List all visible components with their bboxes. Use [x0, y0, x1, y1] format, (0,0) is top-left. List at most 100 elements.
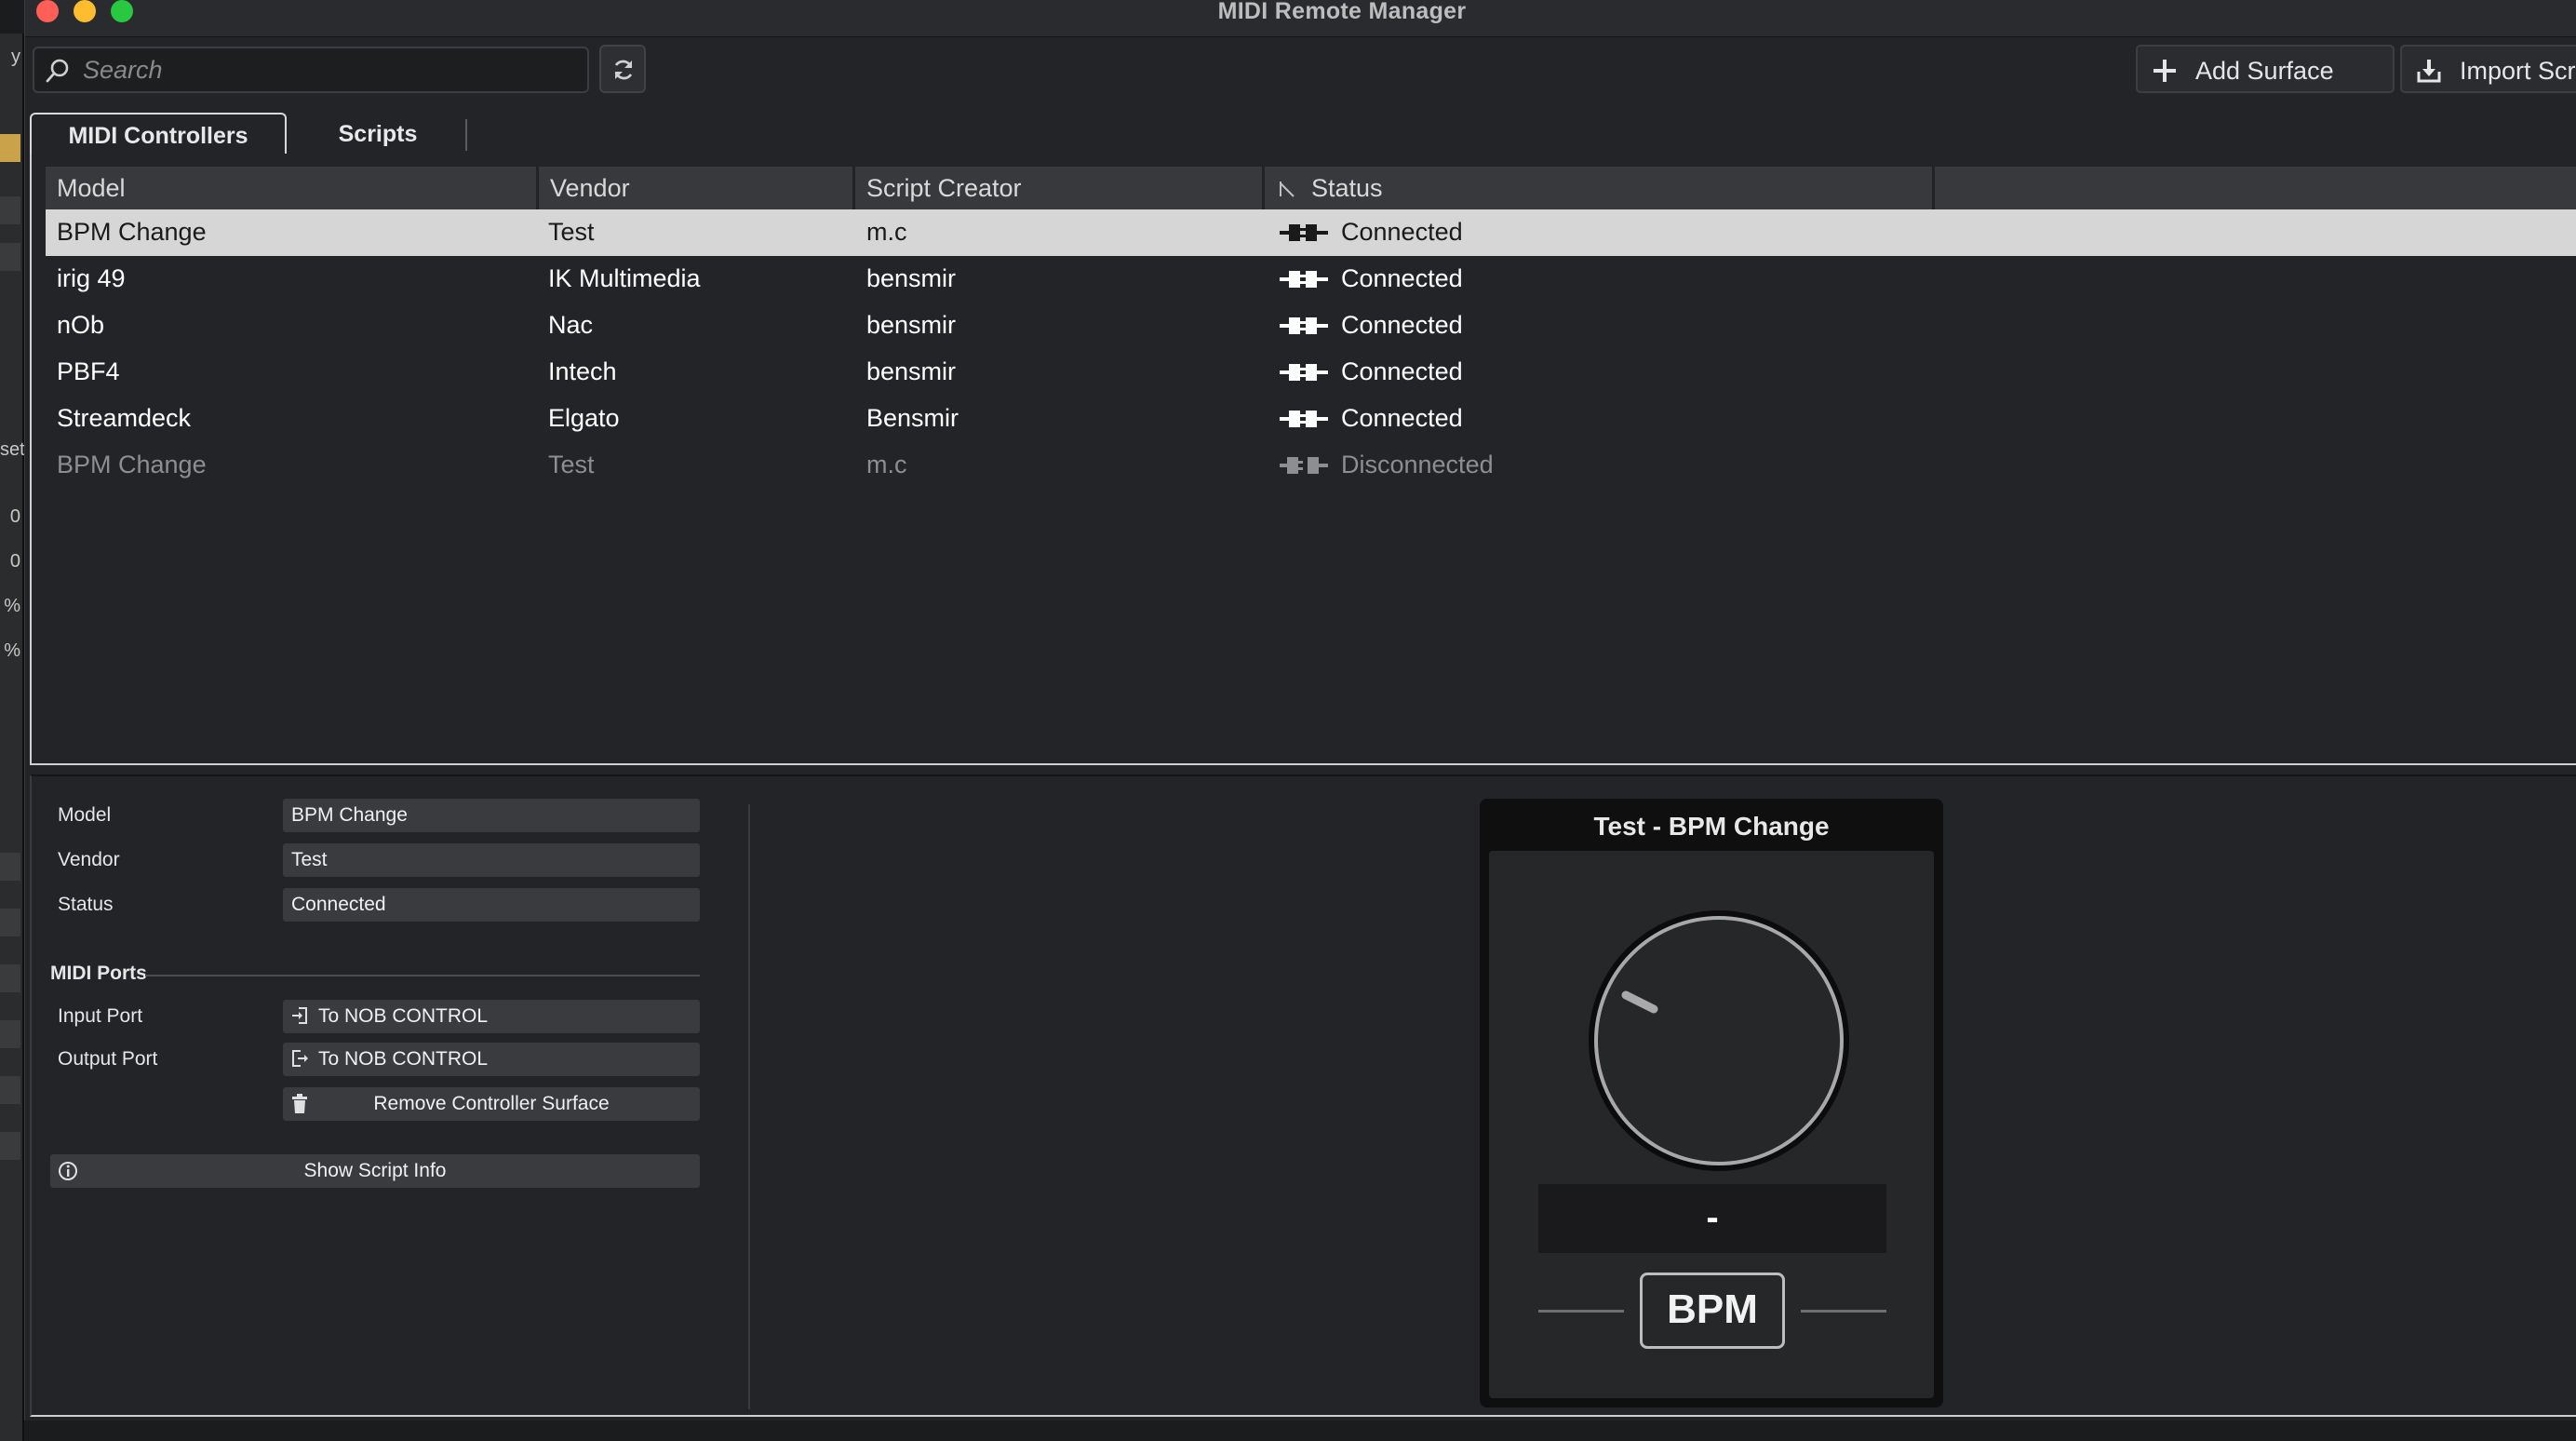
- add-surface-button[interactable]: Add Surface: [2136, 45, 2395, 93]
- edge-block: [0, 964, 20, 992]
- cell-model: BPM Change: [57, 451, 207, 478]
- cell-model: PBF4: [57, 357, 120, 385]
- edge-block: [0, 196, 20, 224]
- refresh-button[interactable]: [599, 45, 646, 93]
- edge-block: [0, 909, 20, 936]
- bpm-knob-label: BPM: [1640, 1273, 1785, 1349]
- plug-connected-icon: [1280, 224, 1328, 241]
- section-divider: [145, 975, 700, 976]
- table-row[interactable]: Streamdeck Elgato Bensmir Connected: [46, 396, 2576, 442]
- column-header-model[interactable]: Model: [46, 167, 539, 209]
- table-row[interactable]: PBF4 Intech bensmir Connected: [46, 349, 2576, 396]
- edge-block: [0, 1020, 20, 1048]
- controller-preview: Test - BPM Change - BPM: [1480, 799, 1943, 1407]
- cell-status: Disconnected: [1341, 451, 1494, 478]
- edge-block: [0, 134, 20, 162]
- cell-vendor: Test: [548, 451, 595, 478]
- import-script-button[interactable]: Import Scri: [2400, 45, 2576, 93]
- table-row[interactable]: nOb Nac bensmir Connected: [46, 303, 2576, 349]
- controller-preview-body: - BPM: [1489, 851, 1934, 1398]
- edge-block: [0, 1132, 20, 1160]
- column-header-status-label: Status: [1311, 174, 1383, 202]
- panel-separator: [748, 804, 750, 1409]
- value-display-text: -: [1706, 1197, 1719, 1238]
- search-box[interactable]: [33, 47, 589, 93]
- table-row[interactable]: BPM Change Test m.c Disconnected: [46, 442, 2576, 489]
- cell-model: Streamdeck: [57, 404, 192, 432]
- model-field: BPM Change: [283, 799, 700, 832]
- edge-char: %: [4, 596, 20, 616]
- cell-script-creator: Bensmir: [866, 404, 959, 432]
- midi-remote-manager-window: MIDI Remote Manager Add Surface Import S…: [24, 0, 2576, 1421]
- refresh-icon: [614, 60, 633, 80]
- plug-connected-icon: [1280, 317, 1328, 334]
- cell-status: Connected: [1341, 404, 1463, 432]
- table-row[interactable]: irig 49 IK Multimedia bensmir Connected: [46, 256, 2576, 303]
- output-port-select[interactable]: To NOB CONTROL: [283, 1043, 700, 1076]
- midi-ports-heading: MIDI Ports: [50, 963, 147, 984]
- background-app-strip: y set 0 0 % %: [0, 34, 25, 1441]
- cell-script-creator: m.c: [866, 218, 907, 246]
- tab-scripts[interactable]: Scripts: [290, 119, 467, 151]
- import-icon: [2417, 60, 2441, 83]
- cell-status: Connected: [1341, 357, 1463, 385]
- controller-preview-title: Test - BPM Change: [1593, 812, 1830, 841]
- import-script-label: Import Scri: [2460, 57, 2576, 85]
- status-field: Connected: [283, 888, 700, 922]
- show-script-info-label: Show Script Info: [303, 1160, 447, 1181]
- controllers-table: Model Vendor Script Creator Status BPM C…: [30, 154, 2576, 765]
- search-input[interactable]: [81, 48, 584, 91]
- cell-script-creator: bensmir: [866, 357, 957, 385]
- output-port-value: To NOB CONTROL: [318, 1048, 489, 1070]
- edge-char: 0: [9, 551, 20, 572]
- cell-status: Connected: [1341, 311, 1463, 339]
- plug-connected-icon: [1280, 411, 1328, 427]
- cell-vendor: Test: [548, 218, 595, 246]
- edge-block: [0, 243, 20, 271]
- details-panel: Model BPM Change Vendor Test Status Conn…: [30, 774, 2576, 1417]
- tab-bar: MIDI Controllers Scripts: [30, 110, 2576, 155]
- edge-char: 0: [9, 506, 20, 527]
- column-header-script-creator[interactable]: Script Creator: [855, 167, 1265, 209]
- title-bar: MIDI Remote Manager: [25, 0, 2576, 37]
- edge-block: [0, 1076, 20, 1104]
- cell-vendor: Nac: [548, 311, 594, 339]
- model-label: Model: [58, 804, 112, 826]
- vendor-field: Test: [283, 843, 700, 877]
- add-surface-label: Add Surface: [2195, 57, 2334, 85]
- label-line-right: [1801, 1310, 1886, 1313]
- column-header-status[interactable]: Status: [1265, 167, 1935, 209]
- column-header-empty: [1935, 167, 2576, 209]
- cell-vendor: Intech: [548, 357, 617, 385]
- plug-connected-icon: [1280, 271, 1328, 288]
- tab-midi-controllers[interactable]: MIDI Controllers: [30, 113, 287, 155]
- cell-script-creator: m.c: [866, 451, 907, 478]
- cell-vendor: Elgato: [548, 404, 620, 432]
- bpm-knob[interactable]: [1587, 909, 1851, 1173]
- input-port-select[interactable]: To NOB CONTROL: [283, 1000, 700, 1033]
- search-icon: [46, 59, 69, 83]
- input-port-icon: [292, 1007, 307, 1024]
- output-port-icon: [292, 1050, 308, 1067]
- cell-script-creator: bensmir: [866, 264, 957, 292]
- plug-connected-icon: [1280, 364, 1328, 381]
- input-port-label: Input Port: [58, 1005, 143, 1027]
- column-header-vendor[interactable]: Vendor: [539, 167, 855, 209]
- table-row[interactable]: BPM Change Test m.c Connected: [46, 209, 2576, 256]
- cell-script-creator: bensmir: [866, 311, 957, 339]
- plug-disconnected-icon: [1280, 457, 1328, 474]
- remove-controller-surface-button[interactable]: Remove Controller Surface: [283, 1087, 700, 1121]
- edge-char: set: [0, 439, 25, 460]
- cell-vendor: IK Multimedia: [548, 264, 701, 292]
- table-header: Model Vendor Script Creator Status: [46, 167, 2576, 209]
- cell-model: BPM Change: [57, 218, 207, 246]
- status-label: Status: [58, 894, 114, 915]
- window-title: MIDI Remote Manager: [1217, 0, 1467, 24]
- sort-indicator-icon: [1280, 182, 1295, 197]
- cell-model: irig 49: [57, 264, 126, 292]
- show-script-info-button[interactable]: Show Script Info: [50, 1154, 700, 1188]
- edge-char: %: [4, 640, 20, 661]
- edge-char: y: [11, 47, 20, 67]
- cell-status: Connected: [1341, 218, 1463, 246]
- edge-block: [0, 853, 20, 881]
